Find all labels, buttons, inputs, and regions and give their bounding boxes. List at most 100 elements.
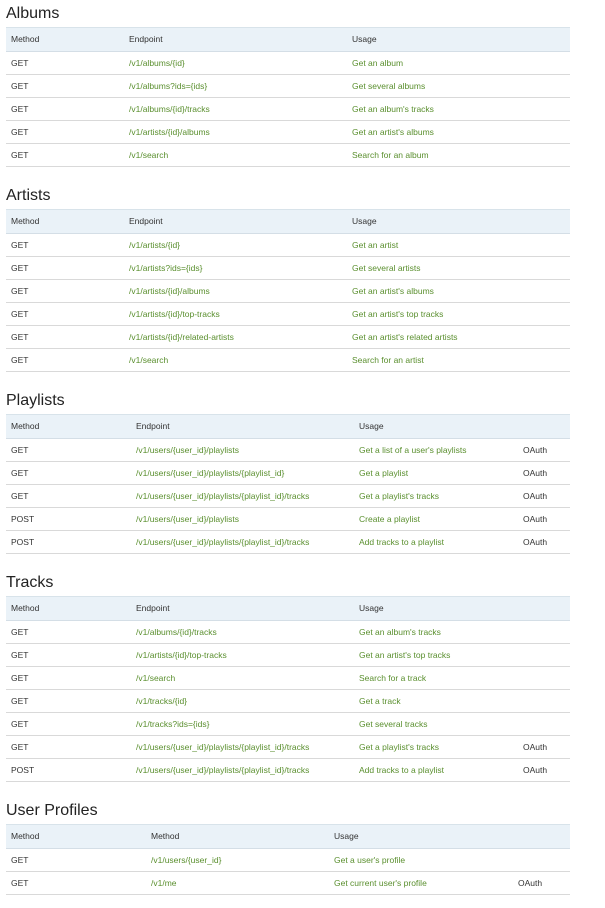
- endpoint-table-user-profiles: Method Method Usage GET/v1/users/{user_id} G…: [6, 824, 570, 895]
- table-row: GET/v1/albums/{id}/tracks Get an album's …: [6, 98, 570, 121]
- table-row: POST/v1/users/{user_id}/playlists/{playl…: [6, 531, 570, 554]
- usage-cell: Add tracks to a playlist: [359, 765, 445, 775]
- column-header-endpoint: Endpoint: [136, 421, 170, 431]
- method-cell: POST: [11, 537, 35, 547]
- table-row: GET/v1/tracks?ids={ids} Get several track…: [6, 713, 570, 736]
- method-cell: POST: [11, 765, 35, 775]
- endpoint-table-artists: Method Endpoint Usage GET/v1/artists/{id} Ge…: [6, 209, 570, 372]
- column-header-method: Method: [11, 34, 40, 44]
- endpoint-cell: /v1/search: [136, 673, 176, 683]
- usage-cell: Get an artist's albums: [352, 127, 434, 137]
- section-title-playlists: Playlists: [6, 392, 65, 409]
- method-cell: GET: [11, 355, 29, 365]
- usage-cell: Get an artist: [352, 240, 399, 250]
- usage-cell: Get several artists: [352, 263, 421, 273]
- usage-cell: Get a playlist's tracks: [359, 742, 440, 752]
- endpoint-table-albums: Method Endpoint Usage GET/v1/albums/{id} Get…: [6, 27, 570, 167]
- method-cell: GET: [11, 491, 29, 501]
- table-row: GET/v1/users/{user_id}/playlists/{playli…: [6, 462, 570, 485]
- table-row: GET/v1/artists/{id}/top-tracks Get an art…: [6, 644, 570, 667]
- usage-cell: Add tracks to a playlist: [359, 537, 445, 547]
- usage-cell: Search for an artist: [352, 355, 424, 365]
- endpoint-cell: /v1/users/{user_id}/playlists/{playlist_…: [136, 765, 310, 775]
- usage-cell: Get a user's profile: [334, 855, 406, 865]
- endpoint-cell: /v1/users/{user_id}/playlists: [136, 514, 239, 524]
- auth-cell: OAuth: [523, 514, 548, 524]
- section-title-user-profiles: User Profiles: [6, 802, 98, 819]
- endpoint-cell: /v1/tracks?ids={ids}: [136, 719, 210, 729]
- table-row: GET/v1/users/{user_id} Get a user's profi…: [6, 849, 570, 872]
- endpoint-cell: /v1/artists/{id}: [129, 240, 181, 250]
- column-header-usage: Usage: [359, 603, 384, 613]
- column-header-usage: Usage: [359, 421, 384, 431]
- endpoint-cell: /v1/albums?ids={ids}: [129, 81, 208, 91]
- column-header-usage: Usage: [352, 216, 377, 226]
- usage-cell: Get an artist's top tracks: [352, 309, 444, 319]
- usage-cell: Search for an album: [352, 150, 429, 160]
- usage-cell: Get a playlist: [359, 468, 409, 478]
- endpoint-cell: /v1/me: [151, 878, 177, 888]
- auth-cell: OAuth: [523, 491, 548, 501]
- endpoint-cell: /v1/albums/{id}/tracks: [129, 104, 210, 114]
- table-row: GET/v1/search Search for an album: [6, 144, 570, 167]
- usage-cell: Get an album's tracks: [352, 104, 434, 114]
- usage-cell: Get an album: [352, 58, 404, 68]
- table-row: GET/v1/artists/{id}/related-artists Get a…: [6, 326, 570, 349]
- table-header: Method Endpoint Usage: [6, 414, 570, 439]
- column-header-endpoint: Endpoint: [129, 216, 163, 226]
- table-row: GET/v1/search Search for a track: [6, 667, 570, 690]
- table-row: GET/v1/albums/{id}/tracks Get an album's …: [6, 621, 570, 644]
- method-cell: GET: [11, 263, 29, 273]
- method-cell: POST: [11, 514, 35, 524]
- table-row: GET/v1/users/{user_id}/playlists/{playli…: [6, 485, 570, 508]
- table-row: GET/v1/search Search for an artist: [6, 349, 570, 372]
- usage-cell: Get several tracks: [359, 719, 428, 729]
- auth-cell: OAuth: [518, 878, 543, 888]
- method-cell: GET: [11, 673, 29, 683]
- column-header-endpoint: Endpoint: [136, 603, 170, 613]
- method-cell: GET: [11, 696, 29, 706]
- method-cell: GET: [11, 150, 29, 160]
- endpoint-cell: /v1/search: [129, 355, 169, 365]
- column-header-method: Method: [11, 216, 40, 226]
- table-row: GET/v1/artists?ids={ids} Get several arti…: [6, 257, 570, 280]
- endpoint-table-tracks: Method Endpoint Usage GET/v1/albums/{id}/tr…: [6, 596, 570, 782]
- endpoint-table-playlists: Method Endpoint Usage GET/v1/users/{user_id…: [6, 414, 570, 554]
- auth-cell: OAuth: [523, 468, 548, 478]
- method-cell: GET: [11, 58, 29, 68]
- usage-cell: Get an artist's related artists: [352, 332, 458, 342]
- column-header-endpoint: Method: [151, 831, 180, 841]
- auth-cell: OAuth: [523, 537, 548, 547]
- method-cell: GET: [11, 650, 29, 660]
- table-row: GET/v1/users/{user_id}/playlists Get a li…: [6, 439, 570, 462]
- table-header: Method Endpoint Usage: [6, 209, 570, 234]
- method-cell: GET: [11, 742, 29, 752]
- endpoint-cell: /v1/users/{user_id}: [151, 855, 222, 865]
- table-row: POST/v1/users/{user_id}/playlists Create …: [6, 508, 570, 531]
- method-cell: GET: [11, 445, 29, 455]
- method-cell: GET: [11, 855, 29, 865]
- auth-cell: OAuth: [523, 765, 548, 775]
- usage-cell: Get a track: [359, 696, 401, 706]
- usage-cell: Get a list of a user's playlists: [359, 445, 467, 455]
- endpoint-cell: /v1/users/{user_id}/playlists/{playlist_…: [136, 491, 310, 501]
- endpoint-cell: /v1/artists/{id}/top-tracks: [129, 309, 220, 319]
- usage-cell: Get current user's profile: [334, 878, 427, 888]
- table-row: GET/v1/me Get current user's profile OAuth: [6, 872, 570, 895]
- table-header: Method Method Usage: [6, 824, 570, 849]
- table-header: Method Endpoint Usage: [6, 596, 570, 621]
- section-title-tracks: Tracks: [6, 574, 54, 591]
- section-title-albums: Albums: [6, 5, 60, 22]
- usage-cell: Get several albums: [352, 81, 426, 91]
- column-header-method: Method: [11, 603, 40, 613]
- endpoint-cell: /v1/albums/{id}/tracks: [136, 627, 217, 637]
- column-header-method: Method: [11, 421, 40, 431]
- column-header-endpoint: Endpoint: [129, 34, 163, 44]
- usage-cell: Get an artist's top tracks: [359, 650, 451, 660]
- table-row: GET/v1/albums/{id} Get an album: [6, 52, 570, 75]
- usage-cell: Get an album's tracks: [359, 627, 441, 637]
- method-cell: GET: [11, 240, 29, 250]
- method-cell: GET: [11, 627, 29, 637]
- usage-cell: Get an artist's albums: [352, 286, 434, 296]
- method-cell: GET: [11, 104, 29, 114]
